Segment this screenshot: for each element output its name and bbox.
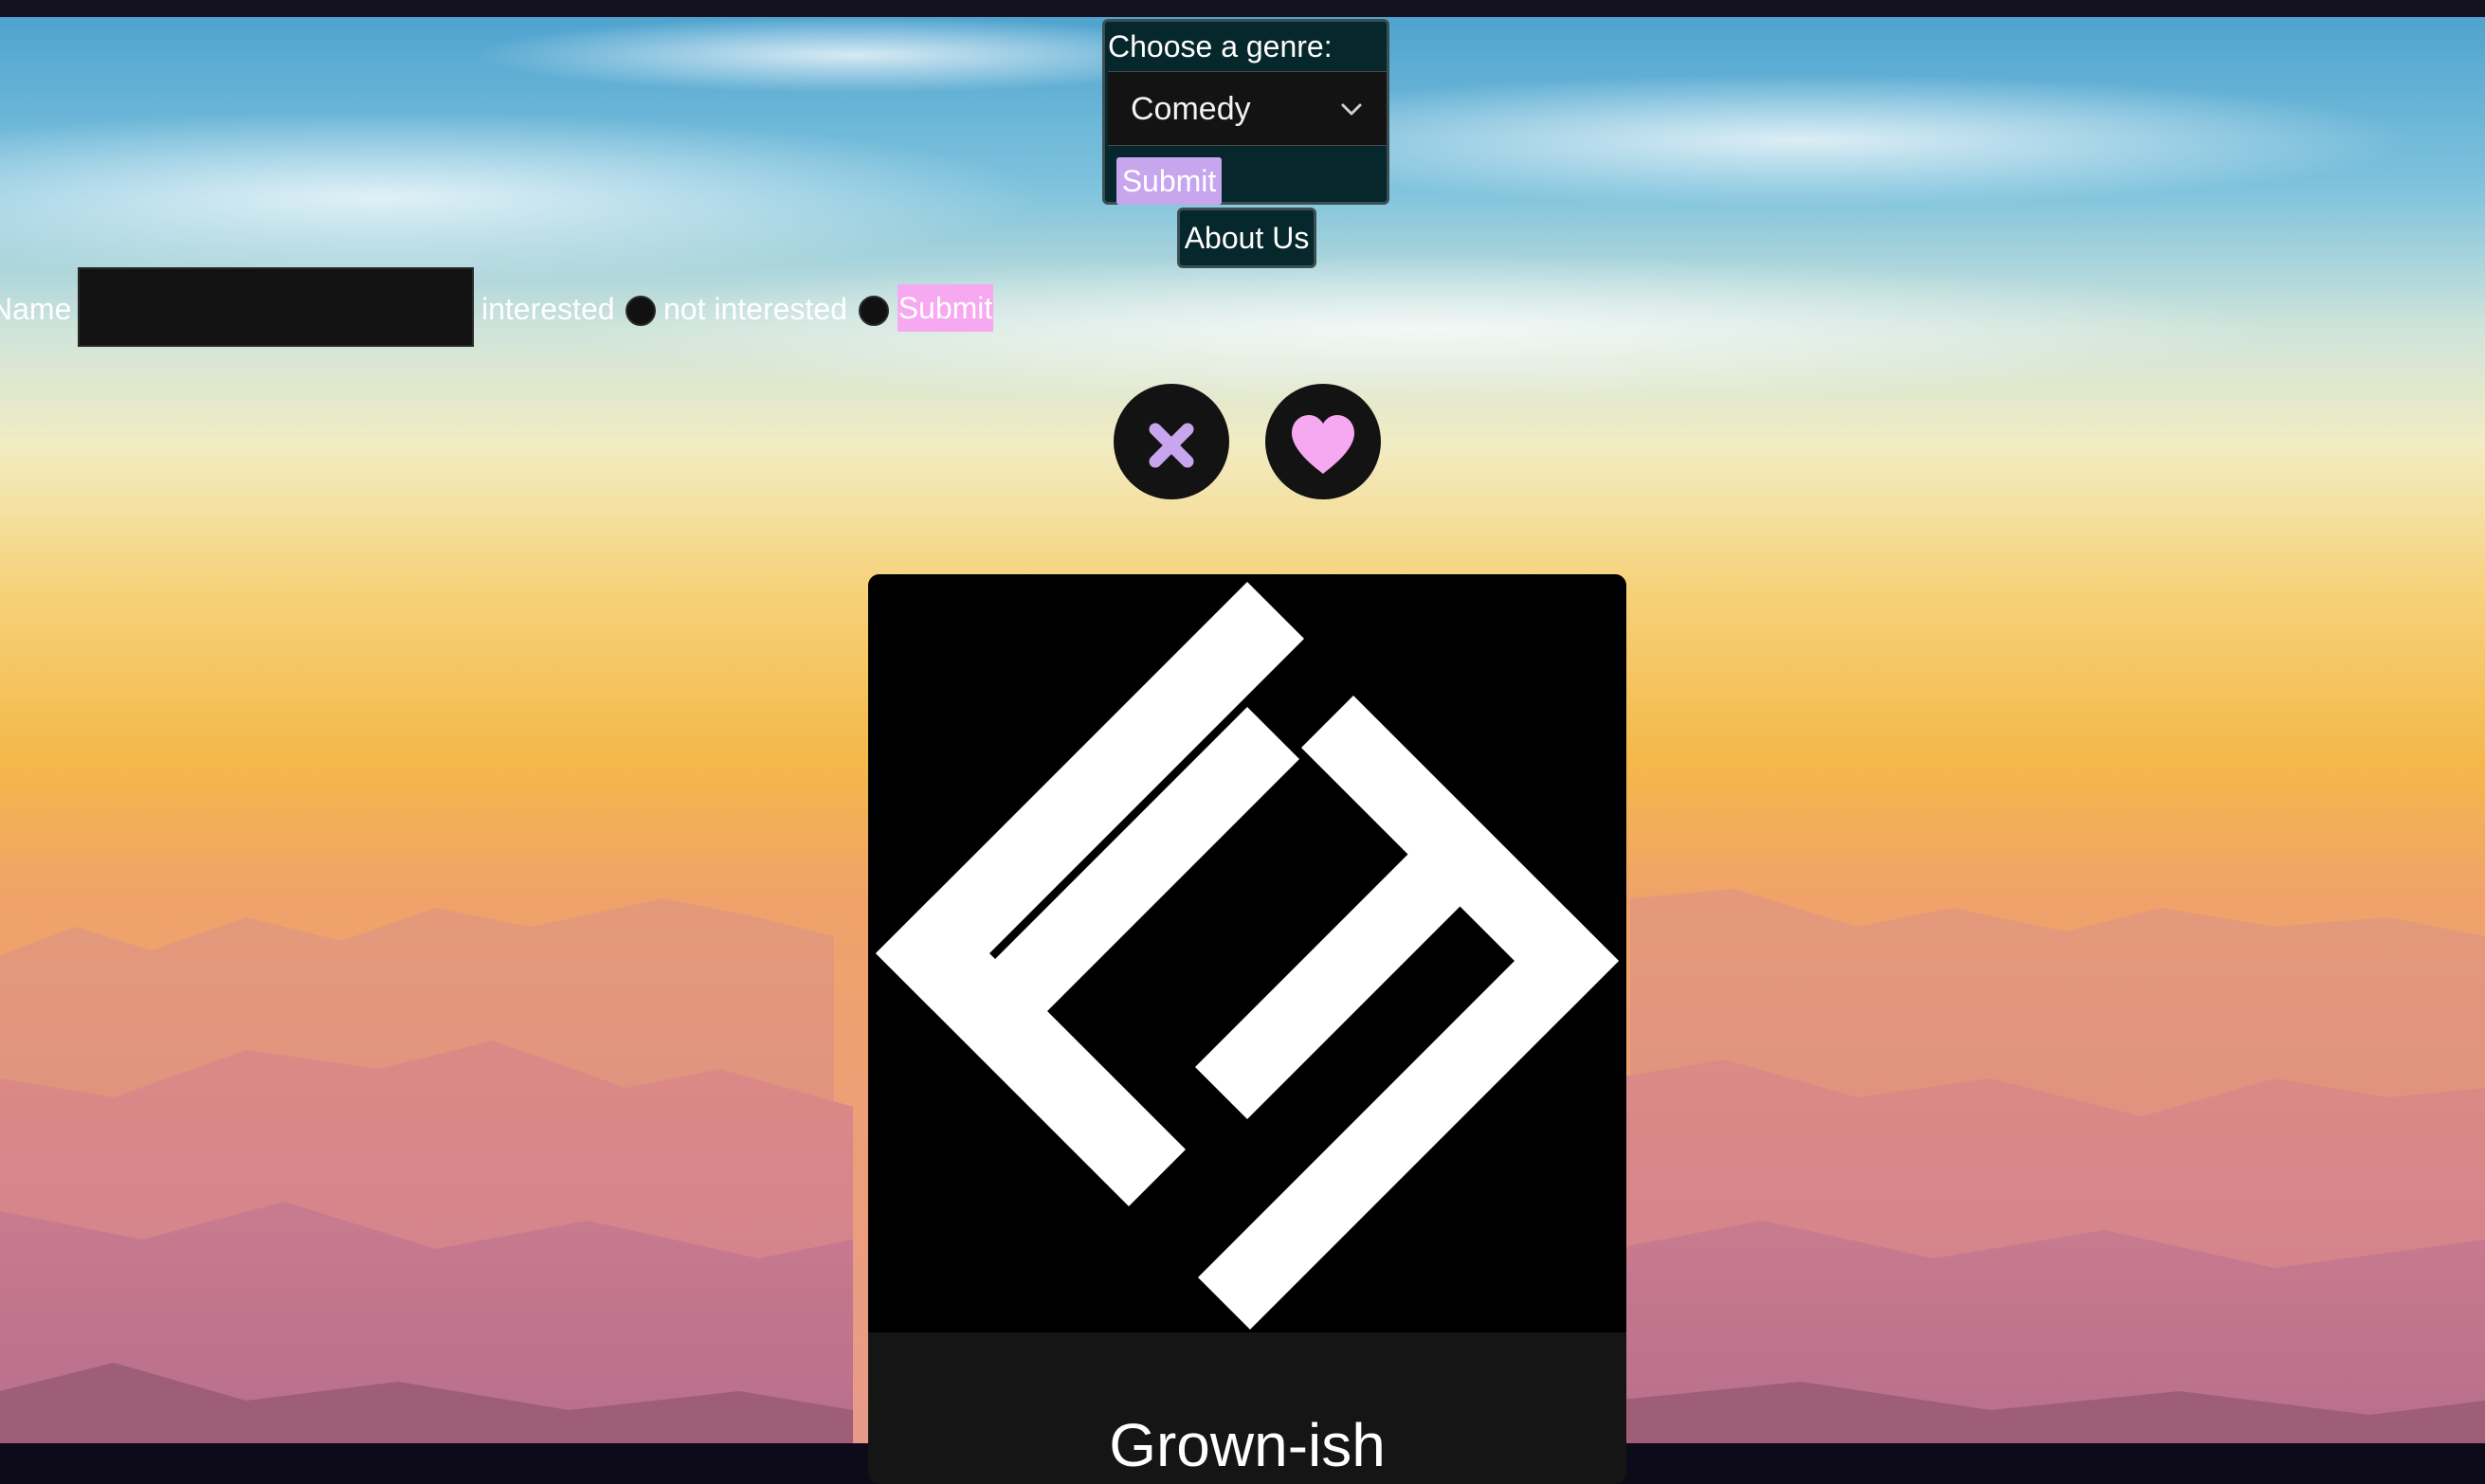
show-card[interactable]: Grown-ish — [868, 574, 1626, 1484]
dislike-button[interactable] — [1114, 384, 1229, 499]
about-us-button[interactable]: About Us — [1177, 208, 1316, 268]
like-button[interactable] — [1265, 384, 1381, 499]
genre-submit-button[interactable]: Submit — [1116, 157, 1222, 205]
interested-radio[interactable] — [626, 296, 656, 326]
genre-label: Choose a genre: — [1108, 29, 1333, 63]
name-input[interactable] — [78, 267, 474, 347]
not-interested-label: not interested — [663, 292, 847, 326]
top-bar — [0, 0, 2485, 17]
x-icon — [1149, 423, 1194, 468]
name-label: Name — [0, 292, 72, 326]
chevron-down-icon — [1341, 103, 1362, 116]
interest-form: Name interested not interested Submit — [0, 267, 1005, 347]
card-footer: Grown-ish — [868, 1332, 1626, 1484]
genre-select-value: Comedy — [1131, 91, 1251, 127]
interest-submit-button[interactable]: Submit — [898, 284, 993, 332]
interested-label: interested — [481, 292, 615, 326]
genre-form: Choose a genre: Comedy Submit — [1102, 19, 1389, 205]
not-interested-radio[interactable] — [859, 296, 889, 326]
heart-icon — [1292, 415, 1354, 474]
show-logo — [868, 574, 1626, 1332]
genre-select[interactable]: Comedy — [1108, 71, 1387, 146]
show-title: Grown-ish — [1109, 1411, 1386, 1479]
